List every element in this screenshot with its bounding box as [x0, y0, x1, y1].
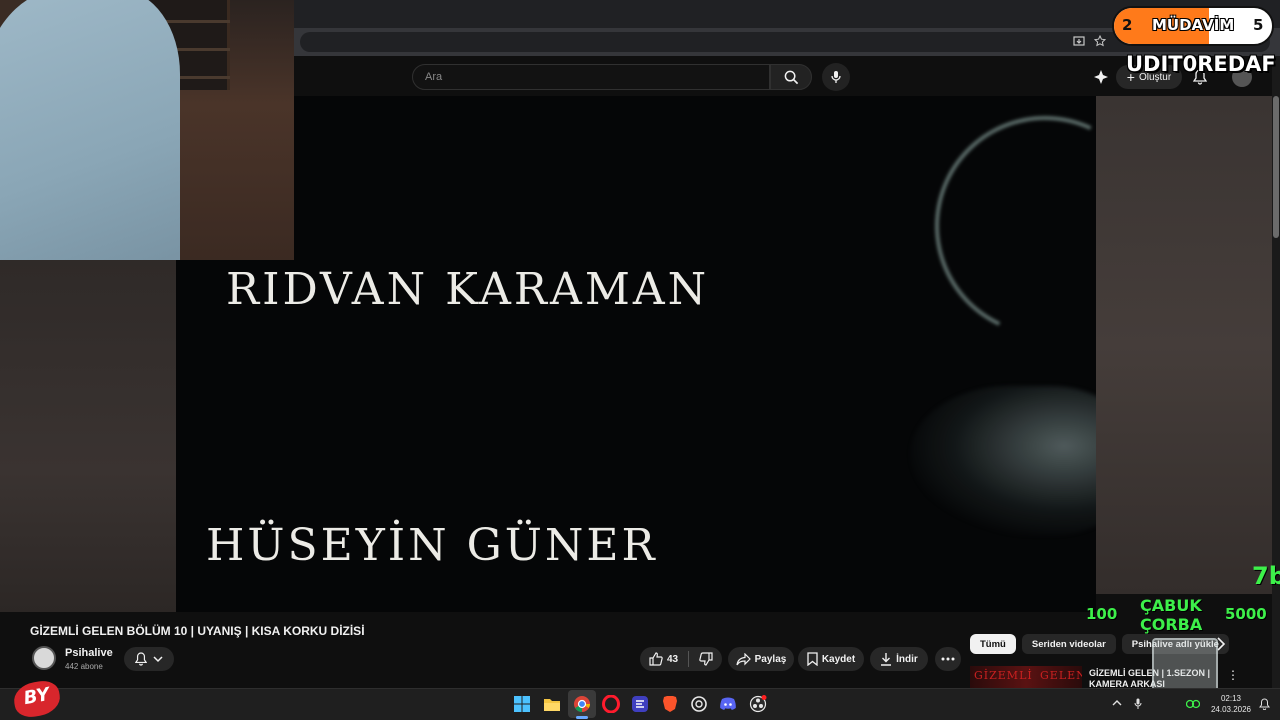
mudavim-level-right: 5: [1253, 16, 1264, 34]
search-icon: [784, 70, 798, 84]
file-explorer-icon[interactable]: [542, 694, 562, 714]
chatgpt-icon[interactable]: [689, 694, 709, 714]
bookmark-icon: [807, 652, 818, 666]
tray-app-icon[interactable]: [1185, 698, 1201, 710]
system-clock[interactable]: 02:13 24.03.2026: [1204, 693, 1258, 715]
notification-center-icon[interactable]: [1258, 698, 1270, 711]
soup-cost-right: 5000: [1225, 605, 1267, 623]
like-button[interactable]: 43: [649, 652, 684, 666]
download-button[interactable]: İndir: [870, 647, 928, 671]
search-box[interactable]: [412, 64, 770, 90]
clock-time: 02:13: [1220, 694, 1242, 703]
share-icon: [736, 652, 751, 665]
save-label: Kaydet: [821, 653, 856, 665]
microphone-icon: [831, 71, 841, 83]
share-label: Paylaş: [754, 653, 787, 665]
opera-icon[interactable]: [601, 694, 621, 714]
chip-all[interactable]: Tümü: [970, 634, 1016, 654]
credit-text-2: HÜSEYİN GÜNER: [206, 520, 658, 571]
overlay-panel-right: [1096, 96, 1272, 594]
chip-series[interactable]: Seriden videolar: [1021, 634, 1116, 654]
webcam-feed: [0, 0, 294, 260]
channel-avatar[interactable]: [32, 646, 56, 670]
search-input[interactable]: [413, 65, 769, 89]
chevron-down-icon: [153, 656, 163, 663]
tray-overflow-icon[interactable]: [1111, 698, 1123, 710]
like-count: 43: [666, 653, 679, 665]
ai-sparkle-icon[interactable]: [1091, 67, 1111, 87]
download-label: İndir: [896, 653, 918, 665]
overlay-panel-left: [0, 260, 176, 612]
video-scene-texture: [910, 386, 1096, 536]
recommendation-more-icon[interactable]: ⋮: [1226, 668, 1240, 684]
save-button[interactable]: Kaydet: [798, 647, 864, 671]
more-horizontal-icon: [941, 657, 955, 661]
video-scene-shape: [904, 96, 1096, 367]
chrome-icon[interactable]: [572, 694, 592, 714]
obs-icon[interactable]: [748, 694, 768, 714]
thumbs-up-icon: [649, 652, 663, 666]
thumbnail-text-2: GELEN: [1040, 669, 1082, 682]
overlay-username: UDIT0REDAF: [1126, 52, 1276, 76]
discord-icon[interactable]: [718, 694, 738, 714]
recommendation-thumbnail[interactable]: GİZEMLİ GELEN: [970, 666, 1082, 688]
tray-microphone-icon[interactable]: [1132, 698, 1144, 710]
bookmark-star-icon[interactable]: [1093, 34, 1107, 49]
soup-cost-left: 100: [1086, 605, 1118, 623]
windows-start-icon[interactable]: [512, 694, 532, 714]
subscriber-count: 442 abone: [65, 662, 103, 671]
brave-icon[interactable]: [660, 694, 680, 714]
subscription-bell-button[interactable]: [124, 647, 174, 671]
channel-name[interactable]: Psihalive: [65, 647, 113, 659]
mudavim-title: MÜDAVİM: [1152, 16, 1235, 34]
download-icon: [881, 653, 892, 666]
active-app-indicator: [576, 716, 588, 719]
like-dislike-group: 43: [640, 647, 722, 671]
credit-text-1: RIDVAN KARAMAN: [226, 264, 710, 315]
clock-date: 24.03.2026: [1210, 705, 1252, 714]
share-button[interactable]: Paylaş: [728, 647, 794, 671]
like-divider: [688, 651, 690, 667]
bell-icon: [135, 652, 147, 666]
soup-label-1: ÇABUK: [1140, 596, 1202, 615]
video-title: GİZEMLİ GELEN BÖLÜM 10 | UYANIŞ | KISA K…: [30, 624, 365, 638]
voice-search-button[interactable]: [822, 63, 850, 91]
thumbnail-text-1: GİZEMLİ: [974, 669, 1033, 682]
screen: + Oluştur RIDVAN KARAMAN HÜSEYİN GÜNER 2…: [0, 0, 1280, 720]
more-actions-button[interactable]: [935, 647, 961, 671]
mudavim-level-left: 2: [1122, 16, 1133, 34]
overlay-green-text: 7b: [1252, 562, 1280, 590]
scrollbar-thumb[interactable]: [1273, 96, 1279, 238]
thumbs-down-icon: [699, 652, 713, 666]
webcam-person: [0, 0, 180, 260]
install-app-icon[interactable]: [1072, 35, 1086, 49]
soup-label-2: ÇORBA: [1140, 615, 1203, 634]
chip-next-button[interactable]: [1216, 637, 1230, 653]
dislike-button[interactable]: [693, 652, 713, 666]
search-button[interactable]: [770, 64, 812, 90]
app-icon[interactable]: [630, 694, 650, 714]
